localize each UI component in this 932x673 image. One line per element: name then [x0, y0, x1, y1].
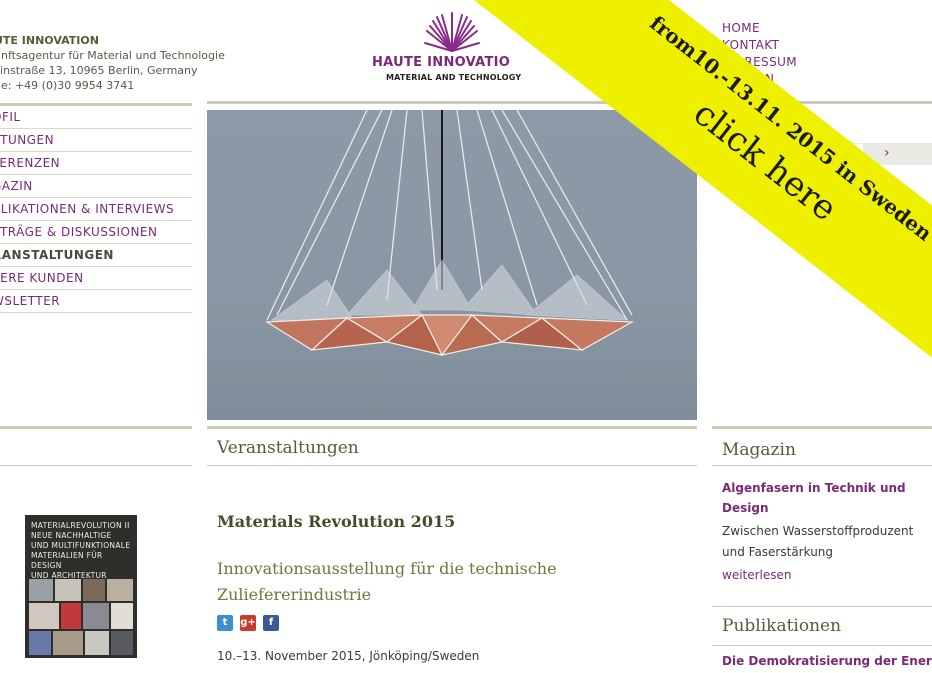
event-title: Materials Revolution 2015 [217, 512, 456, 531]
magazin-article-link[interactable]: Algenfasern in Technik und Design [722, 478, 922, 518]
divider [712, 606, 932, 607]
divider [207, 465, 697, 466]
divider [0, 465, 192, 466]
divider [207, 426, 697, 429]
book-line: MATERIALIEN FÜR DESIGN [31, 551, 103, 570]
magazin-teaser: Zwischen Wasserstoffproduzent und Fasers… [722, 524, 914, 559]
book-title: MATERIALREVOLUTION II NEUE NACHHALTIGE U… [31, 521, 133, 581]
company-info: UTE INNOVATION unftsagentur für Material… [0, 33, 225, 93]
main-nav: OFIL STUNGEN FERENZEN GAZIN BLIKATIONEN … [0, 103, 192, 313]
logo-brand: HAUTE INNOVATIO [372, 55, 511, 70]
company-phone: ne: +49 (0)30 9954 3741 [0, 79, 135, 92]
divider [712, 645, 932, 646]
company-address: cinstraße 13, 10965 Berlin, Germany [0, 64, 198, 77]
publication-link[interactable]: Die Demokratisierung der Energie [722, 654, 932, 668]
nav-referenzen[interactable]: FERENZEN [0, 152, 192, 175]
nav-veranstaltungen[interactable]: RANSTALTUNGEN [0, 244, 192, 267]
read-more-link[interactable]: weiterlesen [722, 568, 792, 582]
starburst-icon [424, 12, 480, 52]
logo-subtitle: MATERIAL AND TECHNOLOGY [386, 73, 522, 82]
social-share: t g+ f [217, 610, 286, 631]
company-name: UTE INNOVATION [0, 34, 99, 47]
divider [0, 426, 192, 429]
divider [712, 465, 932, 466]
nav-magazin[interactable]: GAZIN [0, 175, 192, 198]
book-cover[interactable]: MATERIALREVOLUTION II NEUE NACHHALTIGE U… [25, 515, 137, 658]
nav-kunden[interactable]: SERE KUNDEN [0, 267, 192, 290]
nav-vortraege[interactable]: RTRÄGE & DISKUSSIONEN [0, 221, 192, 244]
nav-leistungen[interactable]: STUNGEN [0, 129, 192, 152]
company-tagline: unftsagentur für Material und Technologi… [0, 49, 225, 62]
book-collage [29, 579, 133, 655]
nav-newsletter[interactable]: WSLETTER [0, 290, 192, 313]
nav-home[interactable]: HOME [722, 20, 797, 37]
chevron-right-icon[interactable]: › [884, 145, 890, 161]
magazin-title: Magazin [722, 440, 796, 460]
event-date: 10.–13. November 2015, Jönköping/Sweden [217, 649, 480, 663]
book-line: UND MULTIFUNKTIONALE [31, 541, 131, 550]
google-plus-icon[interactable]: g+ [240, 615, 256, 631]
event-subtitle: Innovationsausstellung für die technisch… [217, 559, 557, 604]
section-title: Veranstaltungen [217, 438, 359, 458]
hero-image [207, 110, 697, 420]
facebook-icon[interactable]: f [263, 615, 279, 631]
book-line: NEUE NACHHALTIGE [31, 531, 112, 540]
twitter-icon[interactable]: t [217, 615, 233, 631]
nav-profil[interactable]: OFIL [0, 106, 192, 129]
nav-publikationen[interactable]: BLIKATIONEN & INTERVIEWS [0, 198, 192, 221]
lamp-illustration [265, 110, 635, 357]
book-line: MATERIALREVOLUTION II [31, 521, 130, 530]
publikationen-title: Publikationen [722, 616, 842, 636]
divider [712, 426, 932, 429]
